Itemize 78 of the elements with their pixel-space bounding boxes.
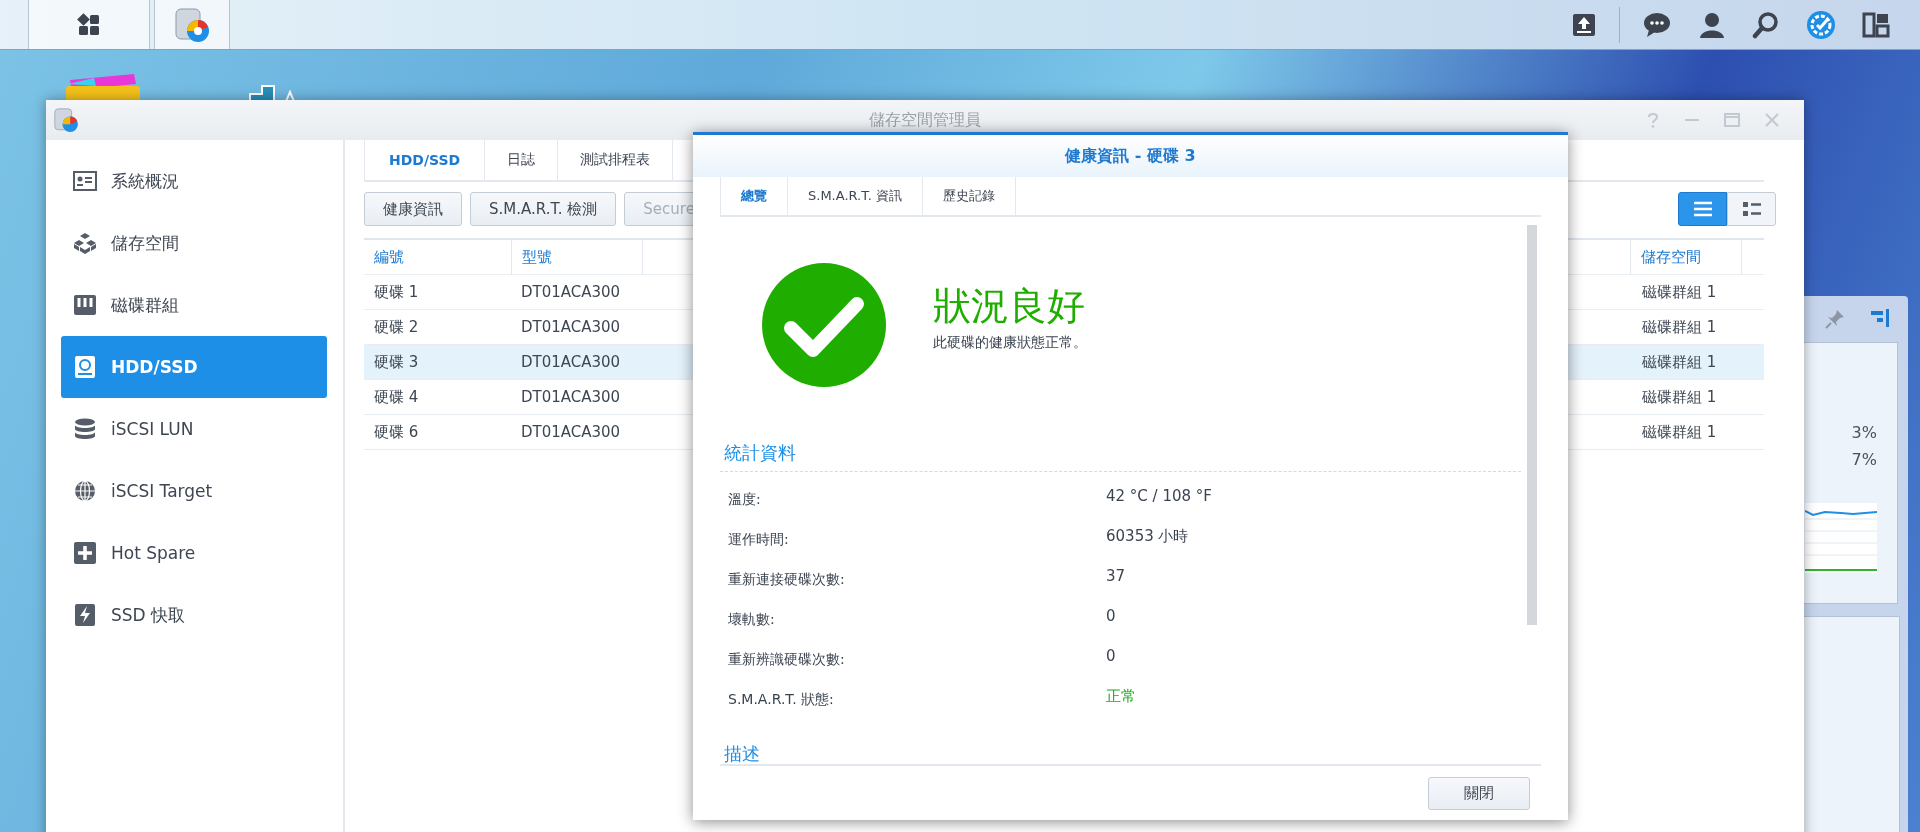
stat-value: 0 xyxy=(1106,607,1116,625)
column-header[interactable]: 型號 xyxy=(512,240,643,274)
dashboard-icon[interactable] xyxy=(1806,9,1836,40)
stat-label: S.M.A.R.T. 狀態: xyxy=(727,691,835,709)
database-chart-icon xyxy=(52,106,80,134)
search-icon[interactable] xyxy=(1752,10,1780,39)
globe-icon xyxy=(73,479,97,503)
status-heading: 狀況良好 xyxy=(933,282,1086,330)
list-icon xyxy=(1692,201,1713,217)
usage-percent: 7% xyxy=(1851,450,1877,469)
chat-icon[interactable] xyxy=(1642,10,1672,39)
stat-label: 重新連接硬碟次數: xyxy=(727,571,846,589)
storage-app-button[interactable] xyxy=(154,0,230,49)
tab[interactable]: 歷史記錄 xyxy=(922,177,1016,215)
stat-label: 溫度: xyxy=(727,491,762,509)
table-cell: DT01ACA300 xyxy=(521,318,621,336)
detail-list-icon xyxy=(1741,201,1762,217)
stat-label: 運作時間: xyxy=(727,531,790,549)
table-cell: 磁碟群組 1 xyxy=(1642,282,1717,302)
upload-icon[interactable] xyxy=(1571,11,1597,38)
table-cell: 硬碟 4 xyxy=(374,387,419,407)
toolbar-button[interactable]: 健康資訊 xyxy=(364,192,462,226)
table-cell: 磁碟群組 1 xyxy=(1642,422,1717,442)
table-cell: DT01ACA300 xyxy=(521,353,621,371)
usage-percent: 3% xyxy=(1851,423,1877,442)
panel-icon[interactable] xyxy=(1870,308,1890,328)
status-message: 此硬碟的健康狀態正常。 xyxy=(933,333,1087,352)
toolbar-button[interactable]: S.M.A.R.T. 檢測 xyxy=(470,192,617,226)
dialog-title: 健康資訊 - 硬碟 3 xyxy=(693,135,1568,177)
table-cell: DT01ACA300 xyxy=(521,283,621,301)
column-header[interactable]: 儲存空間 xyxy=(1630,240,1742,274)
table-cell: 硬碟 6 xyxy=(374,422,419,442)
sidebar-item[interactable]: iSCSI LUN xyxy=(61,398,327,460)
stat-label: 壞軌數: xyxy=(727,611,776,629)
lightning-box-icon xyxy=(73,603,97,627)
id-card-icon xyxy=(73,169,97,193)
sidebar-item[interactable]: 儲存空間 xyxy=(61,212,327,274)
sidebar-item[interactable]: Hot Spare xyxy=(61,522,327,584)
section-title: 描述 xyxy=(723,742,761,764)
close-button[interactable]: 關閉 xyxy=(1428,776,1530,810)
main-menu-button[interactable] xyxy=(28,0,150,49)
scrollbar[interactable] xyxy=(1527,225,1537,625)
column-header[interactable]: 編號 xyxy=(364,240,512,274)
tab[interactable]: 總覽 xyxy=(720,177,788,215)
sidebar-item[interactable]: SSD 快取 xyxy=(61,584,327,646)
table-cell: 磁碟群組 1 xyxy=(1642,352,1717,372)
list-view-button[interactable] xyxy=(1678,192,1727,226)
plus-box-icon xyxy=(73,541,97,565)
table-cell: 硬碟 1 xyxy=(374,282,419,302)
table-cell: 磁碟群組 1 xyxy=(1642,317,1717,337)
table-cell: 磁碟群組 1 xyxy=(1642,387,1717,407)
widgets-icon[interactable] xyxy=(1862,10,1890,39)
tab[interactable]: 日誌 xyxy=(485,140,559,180)
stat-value: 60353 小時 xyxy=(1106,526,1189,546)
user-icon[interactable] xyxy=(1698,10,1726,39)
table-cell: 硬碟 3 xyxy=(374,352,419,372)
sidebar-item[interactable]: 磁碟群組 xyxy=(61,274,327,336)
disk-array-icon xyxy=(73,293,97,317)
sidebar-item[interactable]: 系統概況 xyxy=(61,150,327,212)
stat-value: 0 xyxy=(1106,647,1116,665)
stat-value: 正常 xyxy=(1106,686,1136,706)
tab[interactable]: S.M.A.R.T. 資訊 xyxy=(788,177,923,215)
detail-view-button[interactable] xyxy=(1727,192,1776,226)
stat-value: 42 °C / 108 °F xyxy=(1106,487,1212,505)
sidebar-item[interactable]: iSCSI Target xyxy=(61,460,327,522)
table-cell: DT01ACA300 xyxy=(521,423,621,441)
database-icon xyxy=(73,417,97,441)
table-cell: DT01ACA300 xyxy=(521,388,621,406)
section-title: 統計資料 xyxy=(723,441,797,465)
tab[interactable]: HDD/SSD xyxy=(364,140,486,180)
pin-icon[interactable] xyxy=(1824,308,1846,330)
tab[interactable]: 測試排程表 xyxy=(558,140,674,180)
window-title: 儲存空間管理員 xyxy=(869,109,981,131)
stat-label: 重新辨識硬碟次數: xyxy=(727,651,846,669)
stat-value: 37 xyxy=(1106,567,1126,585)
table-cell: 硬碟 2 xyxy=(374,317,419,337)
grid-icon xyxy=(76,11,102,38)
cubes-icon xyxy=(73,231,97,255)
